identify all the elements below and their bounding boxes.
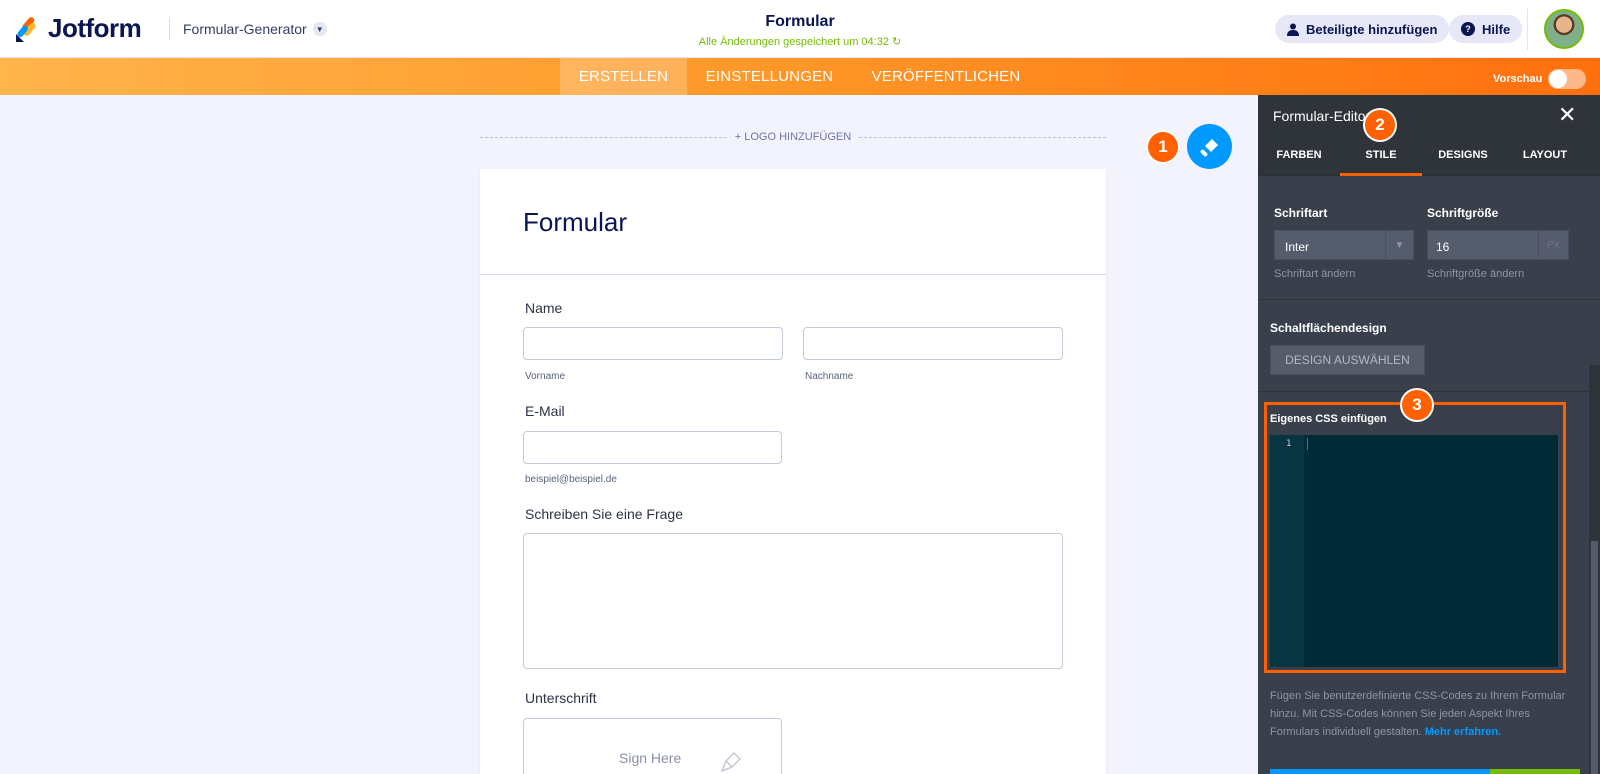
panel-header: Formular-Editor ✕ FARBEN STILE DESIGNS L… bbox=[1258, 95, 1600, 176]
form-title[interactable]: Formular bbox=[650, 13, 950, 31]
first-name-sublabel: Vorname bbox=[525, 371, 566, 382]
name-label: Name bbox=[525, 300, 563, 316]
signature-pad[interactable]: Sign Here bbox=[523, 718, 782, 774]
jotform-logo-icon bbox=[16, 16, 36, 42]
invite-label: Beteiligte hinzufügen bbox=[1306, 21, 1438, 37]
preview-toggle[interactable] bbox=[1548, 69, 1587, 89]
learn-more-link[interactable]: Mehr erfahren. bbox=[1425, 726, 1501, 738]
help-button[interactable]: ? Hilfe bbox=[1449, 15, 1523, 43]
css-description: Fügen Sie benutzerdefinierte CSS-Codes z… bbox=[1270, 687, 1580, 741]
active-tab-indicator bbox=[1340, 173, 1422, 176]
add-logo-area[interactable]: + LOGO HINZUFÜGEN bbox=[480, 131, 1106, 143]
css-code-editor[interactable]: 1 bbox=[1270, 435, 1558, 667]
form-designer-panel: Formular-Editor ✕ FARBEN STILE DESIGNS L… bbox=[1258, 95, 1600, 774]
chevron-down-icon: ▼ bbox=[312, 22, 327, 36]
tab-stile[interactable]: STILE bbox=[1340, 149, 1422, 161]
form-title-block: Formular Alle Änderungen gespeichert um … bbox=[650, 13, 950, 48]
help-icon: ? bbox=[1461, 22, 1475, 36]
font-size-hint: Schriftgröße ändern bbox=[1427, 268, 1525, 280]
tab-erstellen[interactable]: ERSTELLEN bbox=[560, 58, 687, 95]
font-select[interactable]: Inter ▼ bbox=[1274, 230, 1414, 260]
first-name-input[interactable] bbox=[523, 327, 783, 360]
avatar[interactable] bbox=[1544, 9, 1584, 49]
font-value: Inter bbox=[1285, 240, 1310, 254]
font-hint: Schriftart ändern bbox=[1274, 268, 1356, 280]
line-number: 1 bbox=[1286, 439, 1292, 449]
generator-menu-label: Formular-Generator bbox=[183, 21, 307, 37]
signature-placeholder: Sign Here bbox=[619, 750, 682, 766]
step-badge-3: 3 bbox=[1402, 390, 1432, 420]
invite-collaborators-button[interactable]: Beteiligte hinzufügen bbox=[1275, 15, 1450, 43]
step-badge-2: 2 bbox=[1365, 110, 1395, 140]
refresh-icon: ↻ bbox=[892, 36, 902, 48]
css-description-text: Fügen Sie benutzerdefinierte CSS-Codes z… bbox=[1270, 690, 1566, 738]
dropdown-arrow-icon: ▼ bbox=[1385, 231, 1413, 259]
panel-bottom-buttons[interactable] bbox=[1270, 769, 1580, 774]
panel-scrollbar-thumb[interactable] bbox=[1591, 541, 1598, 774]
step-badge-1: 1 bbox=[1148, 132, 1178, 162]
tab-veroeffentlichen[interactable]: VERÖFFENTLICHEN bbox=[852, 58, 1040, 95]
font-size-value: 16 bbox=[1436, 240, 1450, 254]
tab-farben[interactable]: FARBEN bbox=[1258, 149, 1340, 161]
question-textarea[interactable] bbox=[523, 533, 1063, 669]
button-design-label: Schaltflächendesign bbox=[1270, 321, 1387, 335]
header-divider bbox=[169, 18, 170, 40]
add-logo-label: + LOGO HINZUFÜGEN bbox=[726, 131, 860, 143]
last-name-sublabel: Nachname bbox=[805, 371, 854, 382]
question-label: Schreiben Sie eine Frage bbox=[525, 506, 683, 522]
choose-design-button[interactable]: DESIGN AUSWÄHLEN bbox=[1270, 345, 1425, 375]
user-icon bbox=[1287, 23, 1299, 36]
form-heading[interactable]: Formular bbox=[523, 207, 627, 238]
font-label: Schriftart bbox=[1274, 206, 1328, 220]
panel-title: Formular-Editor bbox=[1273, 108, 1371, 124]
saved-status-text: Alle Änderungen gespeichert um 04:32 bbox=[698, 36, 889, 48]
font-size-unit: PX bbox=[1538, 231, 1568, 259]
email-sublabel: beispiel@beispiel.de bbox=[525, 474, 617, 485]
text-cursor bbox=[1307, 438, 1308, 450]
pen-icon bbox=[720, 751, 742, 773]
section-divider bbox=[1258, 391, 1600, 392]
toggle-knob bbox=[1549, 70, 1568, 88]
saved-status: Alle Änderungen gespeichert um 04:32 ↻ bbox=[650, 35, 950, 48]
top-header: Jotform Formular-Generator ▼ Formular Al… bbox=[0, 0, 1600, 58]
form-card: Formular Name Vorname Nachname E-Mail be… bbox=[480, 169, 1106, 774]
section-divider bbox=[1258, 299, 1600, 300]
preview-toggle-group: Vorschau bbox=[1493, 69, 1587, 89]
email-input[interactable] bbox=[523, 431, 782, 464]
last-name-input[interactable] bbox=[803, 327, 1063, 360]
paint-roller-icon bbox=[1200, 138, 1218, 156]
editor-gutter: 1 bbox=[1270, 435, 1304, 667]
font-size-input[interactable]: 16 PX bbox=[1427, 230, 1569, 260]
form-designer-button[interactable] bbox=[1187, 124, 1232, 169]
tab-designs[interactable]: DESIGNS bbox=[1422, 149, 1504, 161]
tab-layout[interactable]: LAYOUT bbox=[1504, 149, 1586, 161]
brand-name: Jotform bbox=[48, 13, 142, 43]
signature-label: Unterschrift bbox=[525, 690, 597, 706]
email-label: E-Mail bbox=[525, 403, 565, 419]
custom-css-label: Eigenes CSS einfügen bbox=[1270, 413, 1387, 425]
generator-menu[interactable]: Formular-Generator ▼ bbox=[183, 21, 327, 37]
builder-navbar: ERSTELLEN EINSTELLUNGEN VERÖFFENTLICHEN … bbox=[0, 58, 1600, 95]
help-label: Hilfe bbox=[1482, 21, 1511, 37]
jotform-logo[interactable]: Jotform bbox=[16, 13, 142, 44]
preview-label: Vorschau bbox=[1493, 73, 1543, 85]
close-icon[interactable]: ✕ bbox=[1558, 102, 1576, 128]
tab-einstellungen[interactable]: EINSTELLUNGEN bbox=[687, 58, 852, 95]
font-size-label: Schriftgröße bbox=[1427, 206, 1499, 220]
